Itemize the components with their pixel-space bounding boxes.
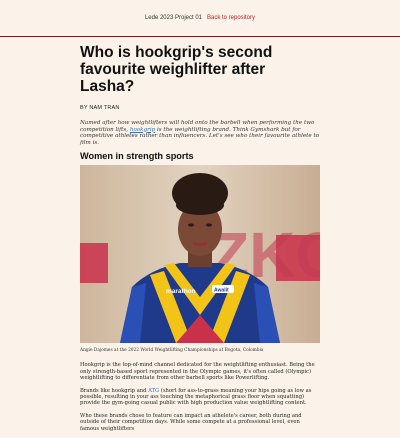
paragraph-2-start: Brands like hookgrip and <box>80 387 149 394</box>
photo-caption: Angie Dajomes at the 2022 World Weightli… <box>80 348 264 354</box>
paragraph-3: Who these brands chose to feature can im… <box>80 412 302 432</box>
jersey-badge-text: Awalit <box>214 288 229 294</box>
athlete-photo: ZKCI marathon Awalit <box>80 165 320 344</box>
atg-link[interactable]: ATG <box>148 388 159 394</box>
back-to-repository-link[interactable]: Back to repository <box>207 15 255 21</box>
article-title: Who is hookgrip's second favourite weigh… <box>80 44 273 95</box>
top-navigation-bar: Lede 2023 Project 01 Back to repository <box>0 0 400 37</box>
athlete-photo-illustration: ZKCI marathon Awalit <box>80 165 320 344</box>
paragraph-1: Hookgrip is the top-of-mind channel dedi… <box>80 362 315 382</box>
hookgrip-link[interactable]: hookgrip <box>130 127 155 133</box>
byline: BY NAM TRAN <box>80 105 120 111</box>
article-intro: Named after how weightlifters will hold … <box>80 120 320 146</box>
paragraph-2: Brands like hookgrip and ATG (short for … <box>80 388 320 407</box>
section-title: Women in strength sports <box>80 151 194 162</box>
jersey-sponsor-text: marathon <box>166 288 196 295</box>
project-label: Lede 2023 Project 01 <box>144 15 202 21</box>
article-body: Hookgrip is the top-of-mind channel dedi… <box>80 362 320 432</box>
article: Who is hookgrip's second favourite weigh… <box>80 44 320 438</box>
